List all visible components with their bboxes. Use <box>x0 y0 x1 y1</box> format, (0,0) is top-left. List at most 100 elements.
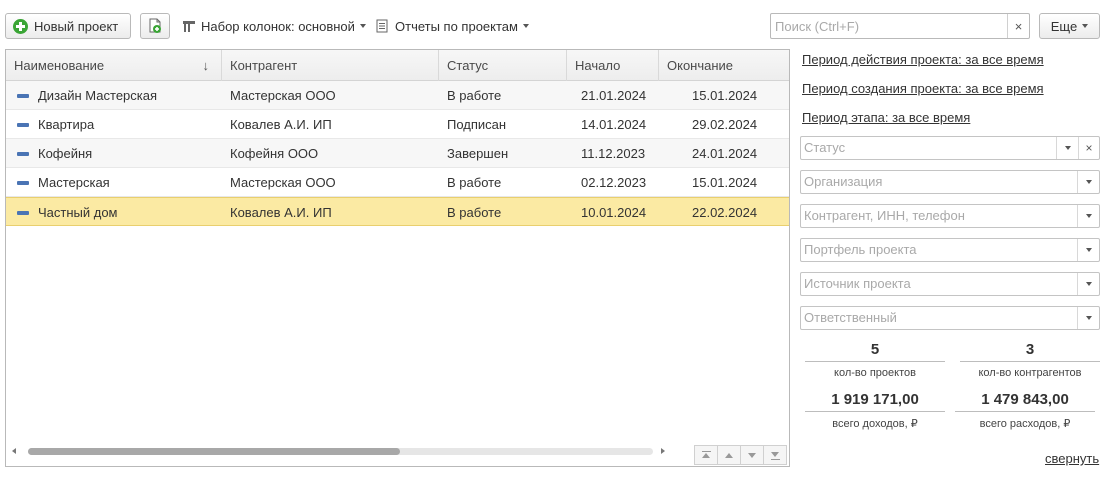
table-row[interactable]: Мастерская Мастерская ООО В работе 02.12… <box>6 168 789 197</box>
column-set-menu[interactable]: Набор колонок: основной <box>182 13 366 39</box>
search-input[interactable] <box>771 14 1007 38</box>
stat-divider <box>955 411 1095 412</box>
expense-total: 1 479 843,00 <box>981 391 1069 408</box>
scroll-thumb[interactable] <box>28 448 400 455</box>
cell-start: 21.01.2024 <box>581 88 647 103</box>
expense-total-label: всего расходов, ₽ <box>979 418 1071 430</box>
cell-contractor: Мастерская ООО <box>230 88 336 103</box>
stat-divider <box>805 411 945 412</box>
contractors-count-label: кол-во контрагентов <box>978 367 1082 379</box>
period-action-link[interactable]: Период действия проекта: за все время <box>802 52 1044 67</box>
chevron-down-icon <box>1082 24 1089 28</box>
chevron-down-icon <box>359 24 366 28</box>
cell-start: 02.12.2023 <box>581 175 647 190</box>
reports-label: Отчеты по проектам <box>395 18 518 34</box>
cell-contractor: Мастерская ООО <box>230 175 336 190</box>
income-total-label: всего доходов, ₽ <box>832 418 918 430</box>
last-row-button[interactable] <box>763 445 787 465</box>
column-header-contractor[interactable]: Контрагент <box>222 50 439 81</box>
reports-menu[interactable]: Отчеты по проектам <box>376 13 529 39</box>
new-project-button[interactable]: Новый проект <box>5 13 131 39</box>
document-copy-icon <box>149 18 161 33</box>
stat-divider <box>805 361 945 362</box>
clear-icon[interactable]: × <box>1078 137 1099 159</box>
cell-name: Мастерская <box>38 175 110 190</box>
column-header-status[interactable]: Статус <box>439 50 567 81</box>
horizontal-scrollbar[interactable] <box>6 446 686 460</box>
clear-search-icon[interactable]: × <box>1007 14 1029 38</box>
project-marker-icon <box>17 123 29 127</box>
more-button[interactable]: Еще <box>1039 13 1100 39</box>
cell-end: 15.01.2024 <box>692 175 758 190</box>
chevron-down-icon[interactable] <box>1077 205 1099 227</box>
cell-end: 24.01.2024 <box>692 146 758 161</box>
organization-filter[interactable]: Организация <box>800 170 1100 194</box>
project-marker-icon <box>17 152 29 156</box>
chevron-down-icon[interactable] <box>1077 171 1099 193</box>
status-filter[interactable]: Статус × <box>800 136 1100 160</box>
table-row[interactable]: Дизайн Мастерская Мастерская ООО В работ… <box>6 81 789 110</box>
contractors-count: 3 <box>1025 341 1035 358</box>
scroll-right-icon[interactable] <box>661 448 665 454</box>
table-header: Наименование ↓ Контрагент Статус Начало … <box>6 50 789 81</box>
contractor-filter[interactable]: Контрагент, ИНН, телефон <box>800 204 1100 228</box>
stat-divider <box>960 361 1100 362</box>
chevron-down-icon[interactable] <box>1077 273 1099 295</box>
table-row[interactable]: Квартира Ковалев А.И. ИП Подписан 14.01.… <box>6 110 789 139</box>
cell-end: 15.01.2024 <box>692 88 758 103</box>
cell-contractor: Кофейня ООО <box>230 146 319 161</box>
cell-name: Дизайн Мастерская <box>38 88 158 103</box>
column-header-end[interactable]: Окончание <box>659 50 789 81</box>
projects-table: Наименование ↓ Контрагент Статус Начало … <box>5 49 790 467</box>
projects-count-label: кол-во проектов <box>834 367 916 379</box>
sort-arrow-icon: ↓ <box>202 58 210 73</box>
source-filter-placeholder: Источник проекта <box>804 276 911 291</box>
table-row[interactable]: Кофейня Кофейня ООО Завершен 11.12.2023 … <box>6 139 789 168</box>
status-filter-placeholder: Статус <box>804 140 846 155</box>
portfolio-filter[interactable]: Портфель проекта <box>800 238 1100 262</box>
table-row-selected[interactable]: Частный дом Ковалев А.И. ИП В работе 10.… <box>6 197 789 226</box>
cell-start: 14.01.2024 <box>581 117 647 132</box>
source-filter[interactable]: Источник проекта <box>800 272 1100 296</box>
cell-start: 11.12.2023 <box>581 146 646 161</box>
chevron-down-icon[interactable] <box>1056 137 1078 159</box>
contractor-filter-placeholder: Контрагент, ИНН, телефон <box>804 208 965 223</box>
cell-status: В работе <box>447 88 502 103</box>
next-row-button[interactable] <box>740 445 764 465</box>
period-created-link[interactable]: Период создания проекта: за все время <box>802 81 1044 96</box>
cell-name: Квартира <box>38 117 95 132</box>
cell-status: В работе <box>447 205 502 220</box>
portfolio-filter-placeholder: Портфель проекта <box>804 242 917 257</box>
organization-filter-placeholder: Организация <box>804 174 883 189</box>
first-row-button[interactable] <box>694 445 718 465</box>
project-marker-icon <box>17 211 29 215</box>
cell-end: 29.02.2024 <box>692 117 758 132</box>
responsible-filter[interactable]: Ответственный <box>800 306 1100 330</box>
prev-row-button[interactable] <box>717 445 741 465</box>
chevron-down-icon[interactable] <box>1077 239 1099 261</box>
columns-icon <box>183 21 195 32</box>
more-label: Еще <box>1050 18 1078 34</box>
scroll-left-icon[interactable] <box>12 448 16 454</box>
collapse-link[interactable]: свернуть <box>1045 451 1099 466</box>
cell-contractor: Ковалев А.И. ИП <box>230 205 332 220</box>
cell-status: Завершен <box>447 146 509 161</box>
cell-name: Частный дом <box>38 205 118 220</box>
plus-circle-icon <box>13 18 28 34</box>
cell-status: Подписан <box>447 117 507 132</box>
responsible-filter-placeholder: Ответственный <box>804 310 897 325</box>
project-marker-icon <box>17 181 29 185</box>
chevron-down-icon[interactable] <box>1077 307 1099 329</box>
income-total: 1 919 171,00 <box>831 391 919 408</box>
cell-name: Кофейня <box>38 146 93 161</box>
period-stage-link[interactable]: Период этапа: за все время <box>802 110 970 125</box>
cell-start: 10.01.2024 <box>581 205 647 220</box>
column-set-label: Набор колонок: основной <box>201 18 355 34</box>
cell-status: В работе <box>447 175 502 190</box>
row-navigation <box>694 445 787 465</box>
projects-count: 5 <box>870 341 880 358</box>
column-header-start[interactable]: Начало <box>567 50 659 81</box>
copy-document-button[interactable] <box>140 13 170 39</box>
column-header-name[interactable]: Наименование ↓ <box>6 50 222 81</box>
new-project-label: Новый проект <box>34 18 119 34</box>
